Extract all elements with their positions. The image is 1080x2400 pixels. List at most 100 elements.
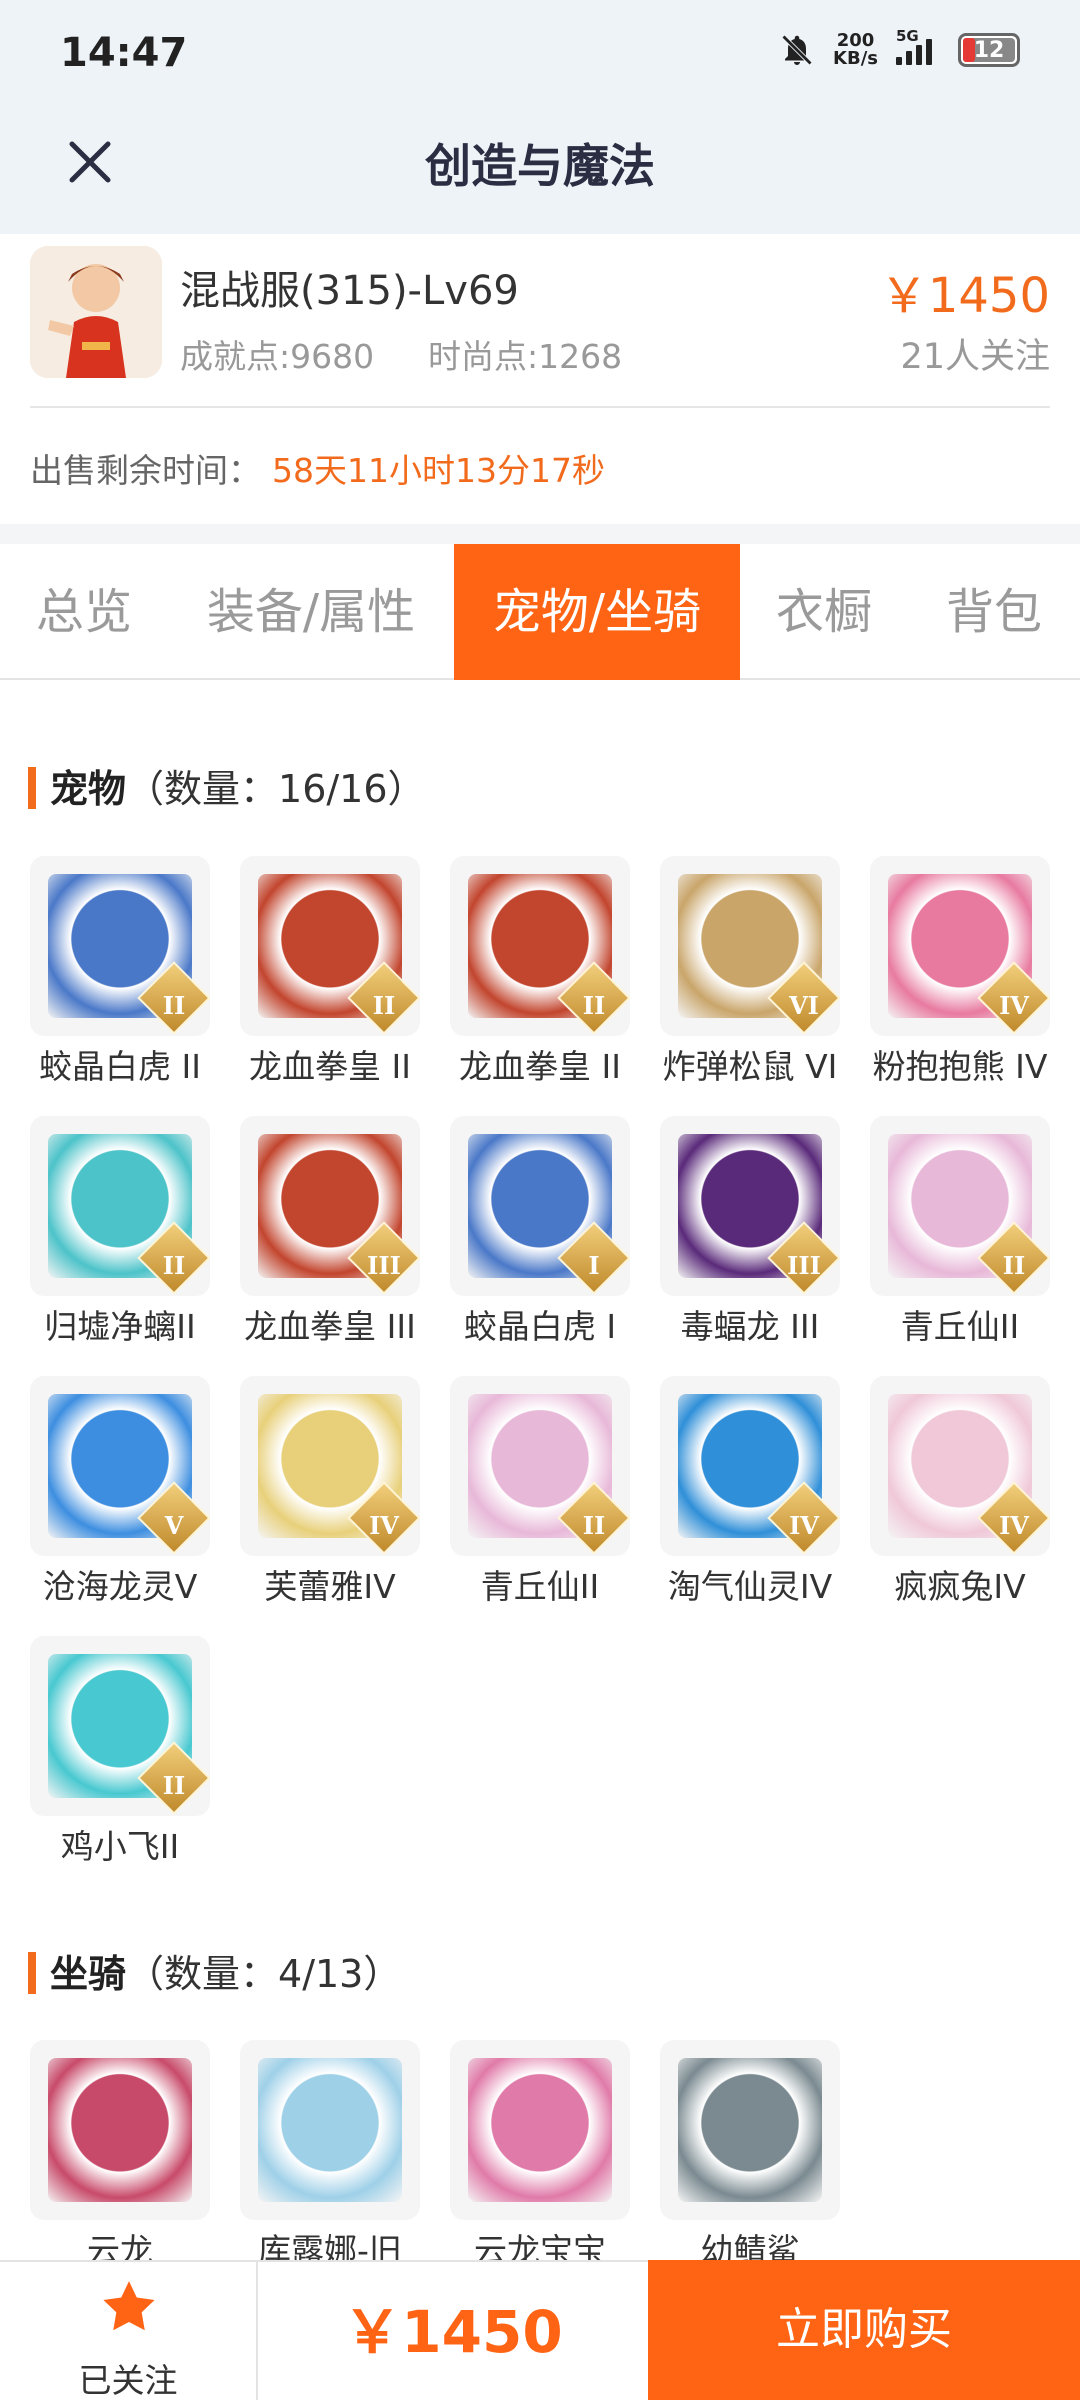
role-avatar (30, 246, 162, 378)
rank-label: IV (999, 1511, 1029, 1540)
rank-label: III (787, 1251, 821, 1280)
tab-equipment[interactable]: 装备/属性 (168, 544, 454, 680)
pet-item[interactable]: IV 疯疯兔IV (870, 1376, 1050, 1606)
status-bar: 14:47 200 KB/s 5G 12 (0, 0, 1080, 110)
item-name: 毒蝠龙 III (680, 1307, 820, 1346)
item-name: 粉抱抱熊 IV (872, 1047, 1048, 1086)
follower-count: 21人关注 (900, 337, 1050, 377)
tab-bar: 总览 装备/属性 宠物/坐骑 衣橱 背包 (0, 544, 1080, 680)
page-title: 创造与魔法 (425, 139, 655, 193)
pet-item[interactable]: II 青丘仙II (450, 1376, 630, 1606)
pet-item[interactable]: II 鸡小飞II (30, 1636, 210, 1866)
thumbnail: I (450, 1116, 630, 1296)
mount-item[interactable]: 库露娜-旧 (240, 2040, 420, 2270)
tab-overview[interactable]: 总览 (0, 544, 168, 680)
thumbnail: VI (660, 856, 840, 1036)
rank-label: III (367, 1251, 401, 1280)
item-name: 青丘仙II (480, 1567, 600, 1606)
mount-item[interactable]: 云龙宝宝 (450, 2040, 630, 2270)
status-time: 14:47 (60, 30, 188, 76)
item-name: 归墟净螭II (44, 1307, 196, 1346)
sell-time-value: 58天11小时13分17秒 (272, 451, 605, 490)
item-name: 鸡小飞II (60, 1827, 180, 1866)
thumbnail: IV (660, 1376, 840, 1556)
pet-item[interactable]: III 毒蝠龙 III (660, 1116, 840, 1346)
thumbnail: II (30, 856, 210, 1036)
pet-item[interactable]: II 龙血拳皇 II (450, 856, 630, 1086)
rank-label: II (582, 1511, 606, 1540)
thumbnail (450, 2040, 630, 2220)
nav-bar: 创造与魔法 (0, 110, 1080, 234)
thumbnail: II (450, 856, 630, 1036)
thumbnail: IV (240, 1376, 420, 1556)
rank-label: I (588, 1251, 600, 1280)
network-speed: 200 KB/s (833, 30, 878, 69)
pet-item[interactable]: III 龙血拳皇 III (240, 1116, 420, 1346)
buy-now-button[interactable]: 立即购买 (648, 2260, 1080, 2400)
item-name: 龙血拳皇 II (459, 1047, 621, 1086)
item-name: 芙蕾雅IV (264, 1567, 396, 1606)
thumbnail: II (870, 1116, 1050, 1296)
pet-item[interactable]: IV 粉抱抱熊 IV (870, 856, 1050, 1086)
pet-item[interactable]: IV 淘气仙灵IV (660, 1376, 840, 1606)
mounts-section-title: 坐骑（数量：4/13） (28, 1943, 401, 1998)
rank-label: II (582, 991, 606, 1020)
rank-label: II (162, 1771, 186, 1800)
creature-art (468, 2058, 612, 2202)
thumbnail: III (660, 1116, 840, 1296)
item-name: 蛟晶白虎 I (463, 1307, 617, 1346)
thumbnail (660, 2040, 840, 2220)
tab-backpack[interactable]: 背包 (908, 544, 1080, 680)
item-name: 淘气仙灵IV (667, 1567, 833, 1606)
thumbnail: IV (870, 1376, 1050, 1556)
creature-art (258, 2058, 402, 2202)
fashion-points: 时尚点:1268 (428, 337, 623, 376)
pet-item[interactable]: II 蛟晶白虎 II (30, 856, 210, 1086)
creature-art (48, 2058, 192, 2202)
rank-label: VI (789, 991, 819, 1020)
mount-item[interactable]: 幼鲭鲨 (660, 2040, 840, 2270)
item-name: 沧海龙灵V (42, 1567, 198, 1606)
status-icons: 200 KB/s 5G 12 (779, 27, 1020, 69)
section-accent (28, 767, 36, 809)
pet-item[interactable]: II 青丘仙II (870, 1116, 1050, 1346)
star-icon (103, 2281, 155, 2331)
role-card: 混战服(315)-Lv69 成就点:9680 时尚点:1268 ￥1450 21… (0, 234, 1080, 524)
pet-item[interactable]: V 沧海龙灵V (30, 1376, 210, 1606)
thumbnail: II (240, 856, 420, 1036)
rank-label: V (164, 1511, 184, 1540)
pet-item[interactable]: II 归墟净螭II (30, 1116, 210, 1346)
thumbnail: II (30, 1636, 210, 1816)
pets-section-title: 宠物（数量：16/16） (28, 758, 426, 813)
pet-item[interactable]: IV 芙蕾雅IV (240, 1376, 420, 1606)
pet-item[interactable]: VI 炸弹松鼠 VI (660, 856, 840, 1086)
thumbnail: III (240, 1116, 420, 1296)
item-name: 青丘仙II (900, 1307, 1020, 1346)
achievement-points: 成就点:9680 (180, 337, 375, 376)
tab-wardrobe[interactable]: 衣橱 (740, 544, 908, 680)
thumbnail (30, 2040, 210, 2220)
tab-pets-mounts[interactable]: 宠物/坐骑 (454, 544, 740, 680)
item-name: 炸弹松鼠 VI (662, 1047, 838, 1086)
rank-label: IV (369, 1511, 399, 1540)
item-name: 蛟晶白虎 II (39, 1047, 201, 1086)
pet-item[interactable]: II 龙血拳皇 II (240, 856, 420, 1086)
rank-label: II (1002, 1251, 1026, 1280)
divider (30, 406, 1050, 408)
follow-button[interactable]: 已关注 (0, 2260, 258, 2400)
thumbnail: II (450, 1376, 630, 1556)
divider (0, 524, 1080, 544)
role-name: 混战服(315)-Lv69 (180, 268, 519, 314)
item-name: 疯疯兔IV (894, 1567, 1026, 1606)
thumbnail: IV (870, 856, 1050, 1036)
rank-label: II (162, 1251, 186, 1280)
pet-item[interactable]: I 蛟晶白虎 I (450, 1116, 630, 1346)
sell-time-label: 出售剩余时间： (30, 451, 261, 490)
rank-label: II (372, 991, 396, 1020)
mount-item[interactable]: 云龙 (30, 2040, 210, 2270)
thumbnail: II (30, 1116, 210, 1296)
rank-label: II (162, 991, 186, 1020)
section-accent (28, 1952, 36, 1994)
item-name: 龙血拳皇 III (244, 1307, 416, 1346)
rank-label: IV (999, 991, 1029, 1020)
